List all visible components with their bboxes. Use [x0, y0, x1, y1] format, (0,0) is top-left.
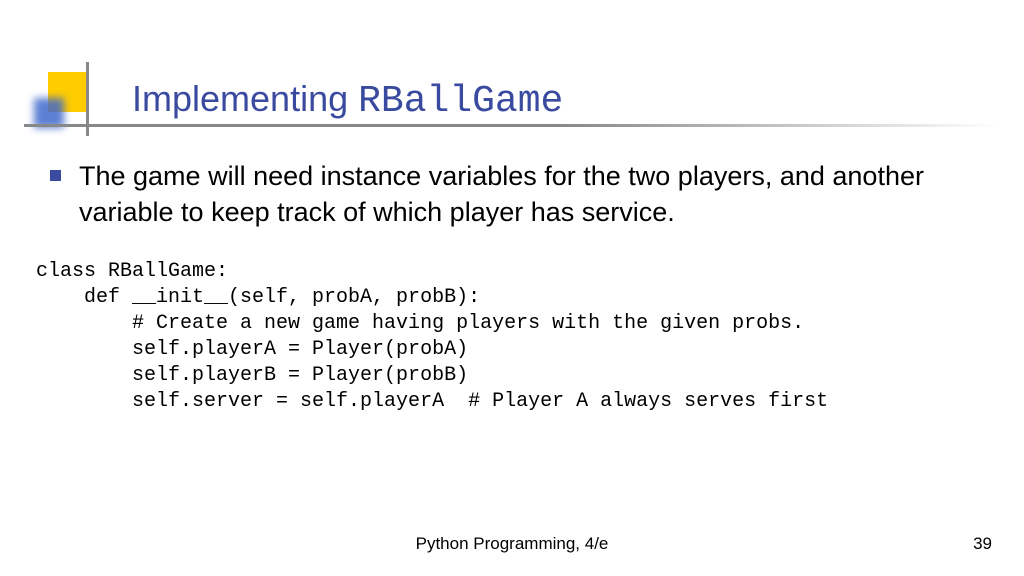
slide-title: Implementing RBallGame: [132, 78, 563, 123]
footer-page-number: 39: [973, 534, 992, 554]
title-classname: RBallGame: [358, 80, 563, 123]
bullet-marker: [50, 170, 61, 181]
footer-book-title: Python Programming, 4/e: [0, 534, 1024, 554]
slide-decoration: [40, 72, 88, 120]
slide-content: The game will need instance variables fo…: [50, 158, 970, 415]
bullet-text: The game will need instance variables fo…: [79, 158, 970, 231]
horizontal-divider: [24, 124, 1000, 127]
title-prefix: Implementing: [132, 78, 358, 119]
bullet-item: The game will need instance variables fo…: [50, 158, 970, 231]
code-block: class RBallGame: def __init__(self, prob…: [36, 259, 970, 415]
